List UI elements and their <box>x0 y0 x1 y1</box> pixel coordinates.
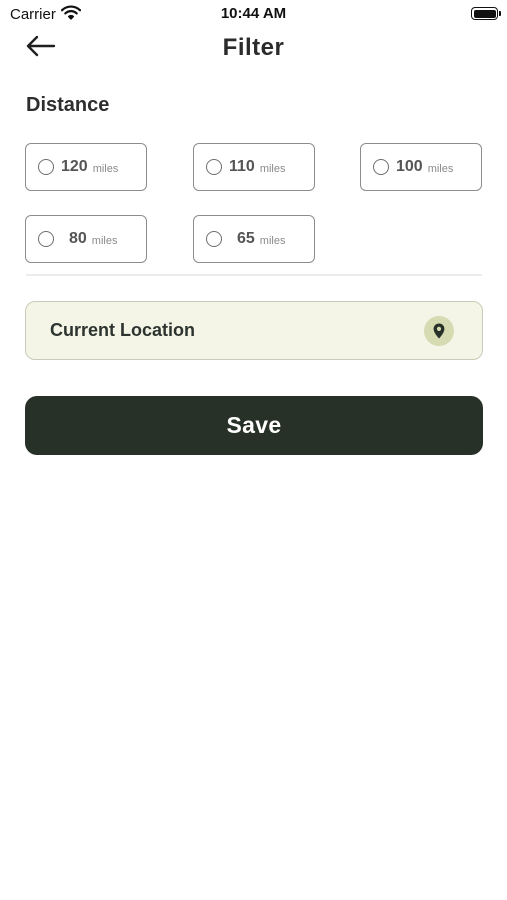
clock: 10:44 AM <box>220 5 287 22</box>
distance-option-65[interactable]: 65 miles <box>193 215 315 263</box>
distance-option-100[interactable]: 100 miles <box>360 143 482 191</box>
option-value: 80 <box>69 230 87 247</box>
battery-icon <box>471 7 501 20</box>
save-button-label: Save <box>226 412 282 438</box>
option-value: 100 <box>396 158 423 175</box>
current-location-field[interactable]: Current Location <box>25 301 483 360</box>
header: Filter <box>0 28 507 68</box>
radio-button[interactable] <box>38 231 54 247</box>
distance-title: Distance <box>26 94 110 116</box>
current-location-label: Current Location <box>50 320 196 340</box>
distance-option-80[interactable]: 80 miles <box>25 215 147 263</box>
map-pin-icon[interactable] <box>424 316 454 346</box>
divider <box>26 274 482 276</box>
option-value: 120 <box>61 158 88 175</box>
option-unit: miles <box>92 162 119 175</box>
radio-button[interactable] <box>206 159 222 175</box>
option-unit: miles <box>427 162 454 175</box>
page-title: Filter <box>222 34 285 61</box>
status-bar: Carrier 10:44 AM <box>0 0 507 28</box>
radio-button[interactable] <box>38 159 54 175</box>
option-unit: miles <box>91 234 118 247</box>
distance-option-120[interactable]: 120 miles <box>25 143 147 191</box>
option-unit: miles <box>259 162 286 175</box>
radio-button[interactable] <box>206 231 222 247</box>
option-value: 110 <box>229 158 255 175</box>
option-unit: miles <box>259 234 286 247</box>
save-button[interactable]: Save <box>25 396 483 455</box>
option-value: 65 <box>237 230 255 247</box>
distance-option-110[interactable]: 110 miles <box>193 143 315 191</box>
radio-button[interactable] <box>373 159 389 175</box>
